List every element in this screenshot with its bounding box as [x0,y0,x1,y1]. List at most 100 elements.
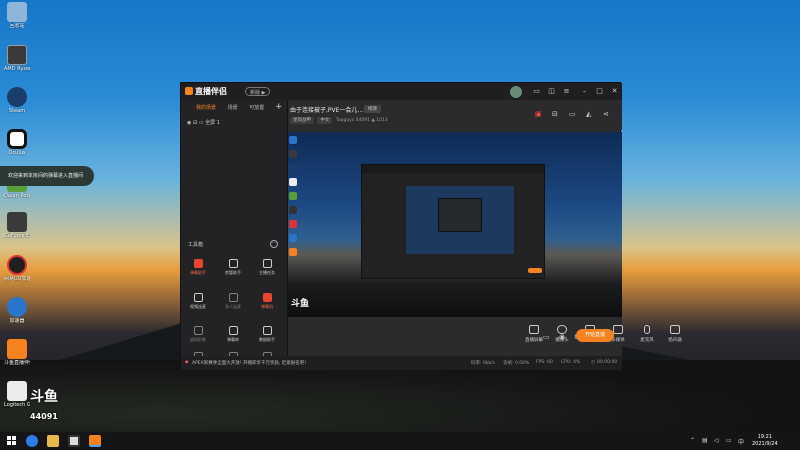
taskbar: ⌃ ▤ ◁ ▭ 中 19:21 2021/9/24 [0,432,800,450]
tools-title: 工具箱 [188,242,204,248]
tool-video-connect[interactable]: 视频连麦 [184,293,212,310]
desktop-icon-geforce[interactable]: GeForce Experience [4,212,30,239]
desktop-icon-label: GeForce Experience [4,233,30,239]
viewers-label: Topguys [335,118,355,123]
nested-app-window [361,164,545,279]
live-duration: 00:00:00 [597,360,618,365]
mode-pill[interactable]: 中文 [317,117,333,124]
tool-virtual-avatar[interactable]: 虚拟形象 [184,326,212,343]
input-language[interactable]: 中 [738,437,744,446]
network-icon[interactable]: ▤ [702,437,708,444]
tool-streamer-tasks[interactable]: 主播任务 [253,259,281,276]
maximize-icon[interactable]: □ [595,87,604,96]
volume-icon[interactable]: ◁ [714,437,719,444]
library-icon [228,326,238,335]
close-icon[interactable]: ✕ [610,87,619,96]
news-icon: ◆ [185,360,189,365]
skin-icon[interactable]: ◫ [547,87,556,96]
tab-scenes[interactable]: 场景 [228,105,238,111]
preview-eye-icon[interactable]: ◉ [559,333,565,341]
minimize-icon[interactable]: – [580,87,589,96]
message-icon[interactable]: ▭ [532,87,541,96]
tab-my-scenes[interactable]: 我的场景 [196,105,216,111]
live-preview[interactable]: 斗鱼 [288,132,622,317]
tray-expand-icon[interactable]: ⌃ [690,437,695,444]
tab-placeable[interactable]: 可放置 [249,105,264,111]
danmaku-icon [193,259,203,268]
share-icon[interactable]: ⋖ [603,110,609,118]
recycle-bin-icon [7,2,27,22]
edit-title-button[interactable]: 修改 [364,105,381,113]
desktop-icon-accelerator[interactable]: 加速器 [4,297,30,324]
screen-icon [529,325,539,334]
room-title[interactable]: 由于连接被子,PVE一会儿... [290,105,363,114]
toolbar-label: 麦克风 [640,338,654,343]
file-explorer-icon[interactable] [47,435,59,447]
desktop-icon-logitech[interactable]: Logitech G HUB [4,381,30,408]
chrome-icon[interactable] [26,435,38,447]
gift-icon[interactable]: ▣ [535,110,542,118]
oculus-taskbar-icon[interactable] [68,435,80,447]
tool-label: 弹幕助手 [190,270,206,275]
menu-icon[interactable]: ≡ [562,87,571,96]
tool-room-admin[interactable]: 房管助手 [219,259,247,276]
douyu-taskbar-icon[interactable] [89,435,101,447]
desktop-icon-oculus[interactable]: Oculus [4,129,30,156]
nested-title-bar [362,165,544,173]
task-icon [262,259,272,268]
lock-icon[interactable]: ⊟ [552,110,558,118]
speaker-button[interactable]: 扬声器 [661,325,689,343]
news-ticker[interactable]: APEX新赛季全面大开放! 开播即享千元奖励, 赶紧报名吧! [192,360,306,366]
accelerator-icon [7,297,27,317]
heat-icon: ▲ [371,118,375,123]
desktop-icon-label: 网易UU加速器 [4,276,30,282]
record-icon[interactable]: ▭ [543,333,550,341]
nested-inner-window [438,198,482,232]
avatar-icon [193,326,203,335]
version-badge[interactable]: 新版 ▶ [245,87,271,96]
desktop-icon-douyu-companion[interactable]: 斗鱼直播伴侣 [4,339,30,366]
tool-danmaku-library[interactable]: 弹幕库 [219,326,247,343]
danmaku-machine-icon [262,293,272,302]
uu-accelerator-icon [7,255,27,275]
desktop-icon-steam[interactable]: Steam [4,87,30,114]
clock-icon: ◷ [591,360,595,365]
desktop-icon-amd[interactable]: AMD Ryzen Master [4,45,30,72]
display-icon[interactable]: ▭ [726,437,732,444]
scene-item[interactable]: ◉ ⊟ ▭ 全屏 1 [181,116,287,130]
user-icon [228,259,238,268]
tool-label: 数据助手 [259,337,275,342]
avatar[interactable] [510,86,522,98]
eye-icon[interactable]: ◉ [187,120,191,126]
more-tools-icon[interactable]: ··· [270,240,278,248]
bell-icon[interactable]: ◭ [586,110,591,118]
preview-desktop-icons [289,132,299,317]
nested-preview [406,186,514,254]
start-button[interactable] [7,436,17,446]
desktop-icon-label: Logitech G HUB [4,402,30,408]
add-scene-icon[interactable]: + [275,102,283,112]
microphone-button[interactable]: 麦克风 [633,325,661,343]
video-icon [193,293,203,302]
tool-multi-connect[interactable]: 多人连麦 [219,293,247,310]
desktop-icon-recycle-bin[interactable]: 回收站 [4,2,30,29]
lock-icon[interactable]: ⊟ [193,120,197,126]
category-pill[interactable]: 星际战甲 [290,117,314,124]
cpu-status: CPU: 4% [561,360,581,365]
desktop-icon-uu[interactable]: 网易UU加速器 [4,255,30,282]
tool-label: 弹幕机 [261,304,273,309]
tool-danmaku-machine[interactable]: 弹幕机 [253,293,281,310]
share-screen-icon[interactable]: ▭ [569,110,576,118]
tool-danmaku-assistant[interactable]: 弹幕助手 [184,259,212,276]
clock-time: 19:21 [757,434,773,440]
preview-douyu-watermark: 斗鱼 [291,299,310,309]
douyu-icon [7,339,27,359]
desktop-icon-label: Daum PotPlayer [4,193,30,199]
tool-data-assistant[interactable]: 数据助手 [253,326,281,343]
system-clock[interactable]: 19:21 2021/9/24 [752,434,778,448]
start-live-button[interactable]: 开始直播 [576,329,614,342]
app-logo: 直播伴侣 [185,86,227,97]
tool-label: 房管助手 [225,270,241,275]
oculus-icon [7,129,27,149]
source-toolbar: 直播屏幕 摄像头 手机投屏 多媒体 麦克风 扬声器 [288,317,682,356]
